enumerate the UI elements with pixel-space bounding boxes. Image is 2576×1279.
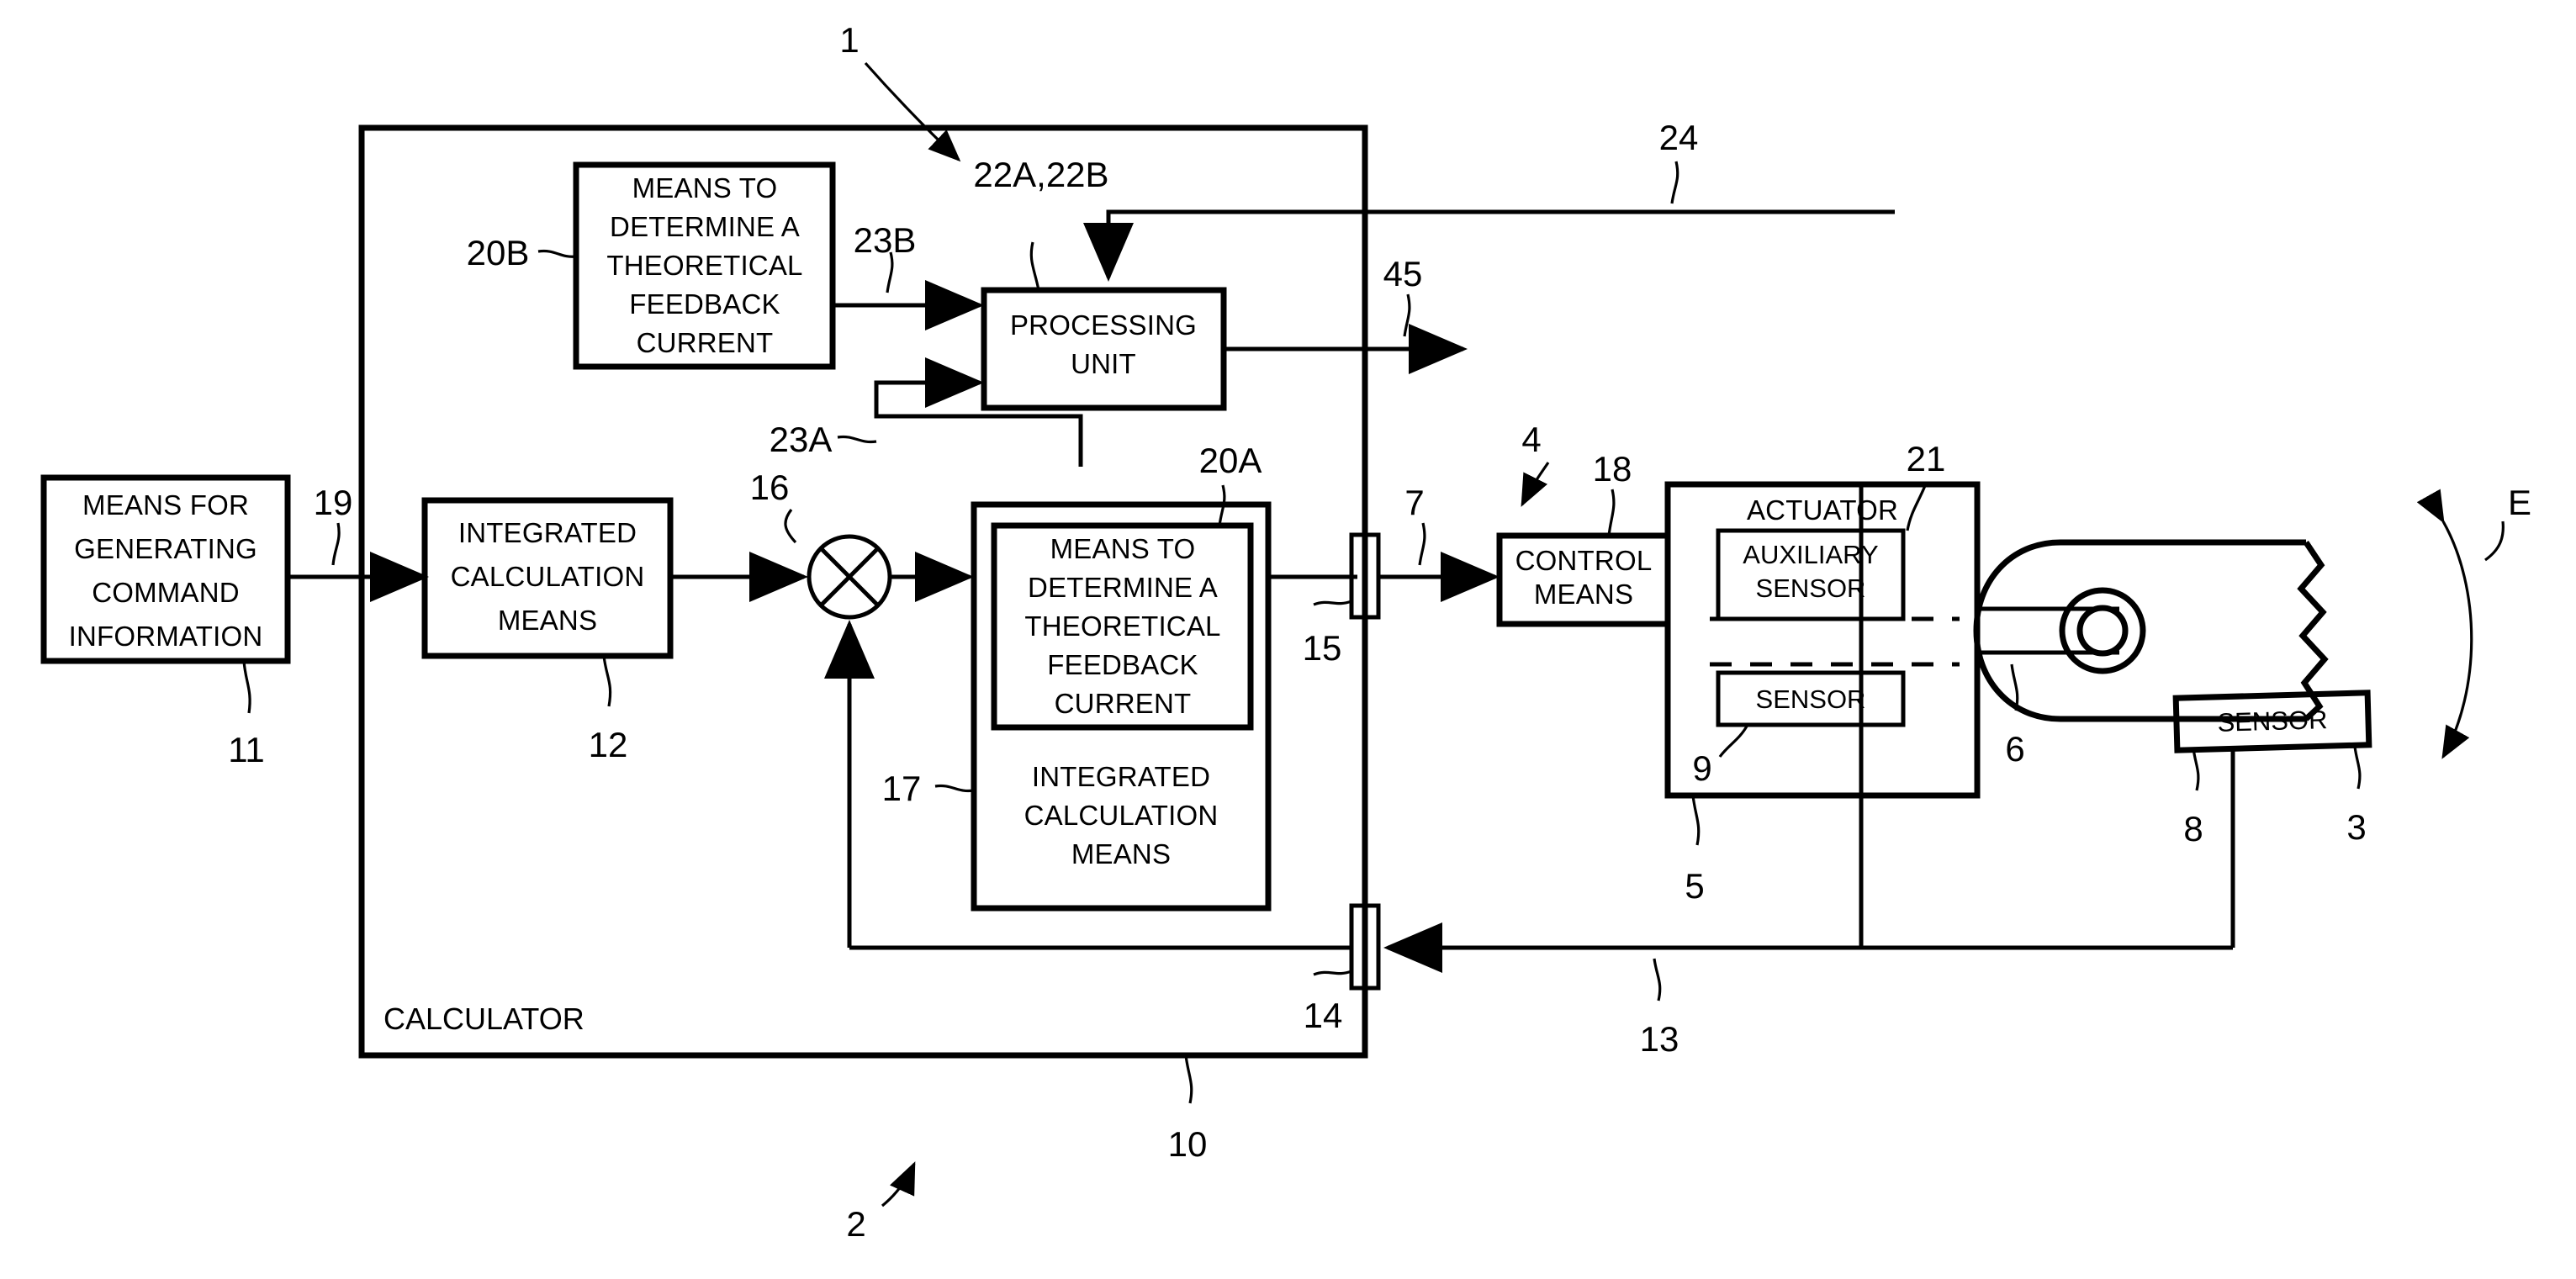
b20a-line-1: MEANS TO bbox=[1050, 533, 1196, 564]
b20b-line-3: THEORETICAL bbox=[606, 250, 802, 281]
pu-line-2: UNIT bbox=[1071, 348, 1136, 379]
lead-14 bbox=[1313, 970, 1352, 976]
icm17-line-1: INTEGRATED bbox=[1032, 761, 1210, 792]
ref-18: 18 bbox=[1593, 449, 1632, 489]
ref-22ab: 22A,22B bbox=[973, 155, 1108, 194]
icm17-line-3: MEANS bbox=[1071, 838, 1171, 869]
ref-24: 24 bbox=[1659, 118, 1699, 157]
aux-sensor-line-2: SENSOR bbox=[1756, 573, 1866, 603]
sensor-9-label: SENSOR bbox=[1756, 684, 1866, 714]
ref-20a: 20A bbox=[1199, 441, 1262, 480]
gen-cmd-line-2: GENERATING bbox=[74, 533, 257, 564]
ref-15: 15 bbox=[1303, 628, 1342, 668]
ref-11: 11 bbox=[228, 730, 265, 769]
cm-line-1: CONTROL bbox=[1515, 545, 1653, 576]
ref-6: 6 bbox=[2005, 729, 2024, 769]
ref-12: 12 bbox=[589, 725, 628, 764]
b20a-line-3: THEORETICAL bbox=[1024, 610, 1220, 642]
ref-19: 19 bbox=[314, 483, 353, 522]
icm17-line-2: CALCULATION bbox=[1024, 800, 1219, 831]
ref-13: 13 bbox=[1640, 1019, 1679, 1059]
ref-5: 5 bbox=[1685, 866, 1704, 906]
cm-line-2: MEANS bbox=[1534, 579, 1633, 610]
icm12-line-3: MEANS bbox=[498, 605, 597, 636]
ref-1: 1 bbox=[839, 20, 859, 60]
ref-2: 2 bbox=[846, 1204, 865, 1244]
icm12-line-2: CALCULATION bbox=[451, 561, 645, 592]
ref-3: 3 bbox=[2346, 807, 2366, 847]
b20b-line-5: CURRENT bbox=[637, 327, 774, 358]
ref-17: 17 bbox=[882, 769, 922, 808]
sensor-8-label: SENSOR bbox=[2217, 705, 2328, 737]
b20b-line-4: FEEDBACK bbox=[629, 288, 780, 320]
gen-cmd-line-4: INFORMATION bbox=[69, 621, 263, 652]
ref-10: 10 bbox=[1168, 1124, 1208, 1164]
b20b-line-2: DETERMINE A bbox=[610, 211, 800, 242]
ref-23a: 23A bbox=[770, 420, 833, 459]
patent-figure: MEANS FOR GENERATING COMMAND INFORMATION… bbox=[0, 0, 2576, 1279]
ref-20b: 20B bbox=[467, 233, 530, 272]
b20a-line-4: FEEDBACK bbox=[1047, 649, 1198, 680]
ref-23b: 23B bbox=[854, 220, 917, 260]
ref-8: 8 bbox=[2183, 809, 2203, 848]
pu-line-1: PROCESSING bbox=[1010, 309, 1197, 341]
ref-21: 21 bbox=[1907, 439, 1946, 478]
ref-14: 14 bbox=[1304, 996, 1343, 1035]
ref-16: 16 bbox=[750, 468, 790, 507]
calculator-label: CALCULATOR bbox=[383, 1002, 584, 1036]
aux-sensor-line-1: AUXILIARY bbox=[1743, 540, 1878, 569]
icm12-line-1: INTEGRATED bbox=[458, 517, 637, 548]
lead-15 bbox=[1313, 600, 1352, 606]
gen-cmd-line-1: MEANS FOR bbox=[82, 489, 249, 521]
ref-7: 7 bbox=[1404, 483, 1424, 522]
b20a-line-2: DETERMINE A bbox=[1028, 572, 1218, 603]
b20b-line-1: MEANS TO bbox=[632, 172, 778, 203]
ref-45: 45 bbox=[1383, 254, 1423, 293]
ref-E: E bbox=[2508, 483, 2531, 522]
diagram-canvas: MEANS FOR GENERATING COMMAND INFORMATION… bbox=[0, 0, 2576, 1279]
ref-9: 9 bbox=[1692, 748, 1711, 788]
b20a-line-5: CURRENT bbox=[1055, 688, 1192, 719]
ref-4: 4 bbox=[1521, 420, 1541, 459]
gen-cmd-line-3: COMMAND bbox=[92, 577, 240, 608]
actuator-label: ACTUATOR bbox=[1747, 494, 1898, 526]
